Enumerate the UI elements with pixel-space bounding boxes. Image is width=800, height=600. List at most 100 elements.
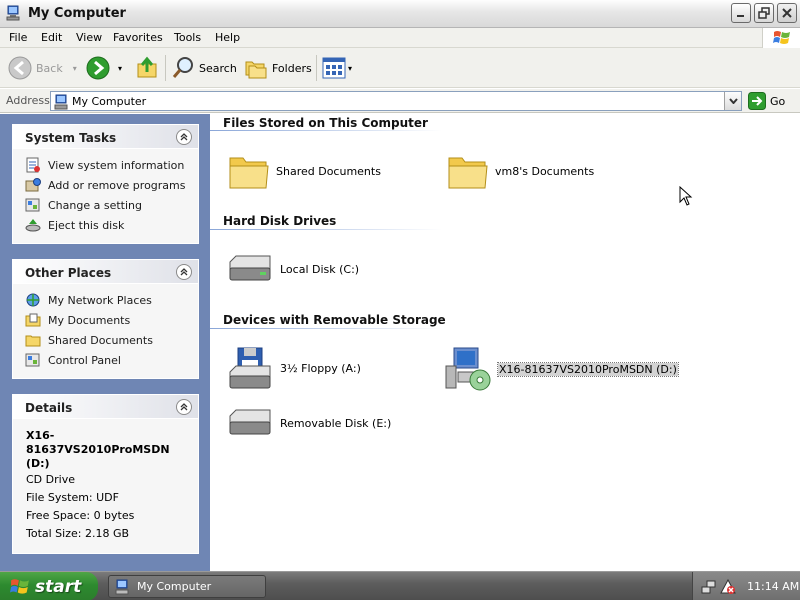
item-label: 3½ Floppy (A:) bbox=[280, 361, 361, 375]
system-info-icon bbox=[26, 157, 40, 173]
task-view-system-information[interactable]: View system information bbox=[13, 155, 198, 175]
window-title: My Computer bbox=[28, 6, 126, 21]
folder-icon bbox=[448, 157, 488, 189]
details-item-type: CD Drive bbox=[26, 473, 75, 486]
task-add-remove-programs[interactable]: Add or remove programs bbox=[13, 175, 198, 195]
details-file-system: File System: UDF bbox=[26, 491, 119, 504]
address-dropdown-button[interactable] bbox=[724, 92, 741, 110]
windows-logo bbox=[762, 28, 800, 48]
network-tray-icon[interactable] bbox=[701, 579, 717, 595]
menu-file[interactable]: File bbox=[9, 31, 27, 44]
item-floppy-a[interactable]: 3½ Floppy (A:) bbox=[226, 346, 361, 390]
menu-bar: File Edit View Favorites Tools Help bbox=[0, 28, 800, 48]
details-header[interactable]: Details bbox=[13, 395, 198, 419]
menu-view[interactable]: View bbox=[76, 31, 102, 44]
double-chevron-up-icon bbox=[180, 268, 188, 276]
item-label: X16-81637VS2010ProMSDN (D:) bbox=[497, 361, 679, 377]
place-my-documents[interactable]: My Documents bbox=[13, 310, 198, 330]
folders-button[interactable]: Folders bbox=[244, 54, 312, 82]
address-input[interactable]: My Computer bbox=[50, 91, 742, 111]
go-label: Go bbox=[770, 94, 786, 108]
views-button[interactable]: ▾ bbox=[322, 54, 352, 82]
group-divider bbox=[210, 130, 442, 131]
restore-button[interactable] bbox=[754, 3, 774, 23]
task-label: Eject this disk bbox=[48, 218, 125, 232]
details-item-name: X16-81637VS2010ProMSDN (D:) bbox=[26, 429, 170, 470]
folders-icon bbox=[245, 61, 267, 79]
place-shared-documents[interactable]: Shared Documents bbox=[13, 330, 198, 350]
item-user-documents[interactable]: vm8's Documents bbox=[447, 152, 594, 190]
other-places-panel: Other Places My Network Places My Docume… bbox=[12, 259, 199, 379]
control-panel-icon bbox=[25, 353, 40, 367]
place-my-network-places[interactable]: My Network Places bbox=[13, 290, 198, 310]
item-shared-documents[interactable]: Shared Documents bbox=[228, 152, 381, 190]
chevron-down-icon[interactable]: ▾ bbox=[348, 64, 352, 73]
control-panel-icon bbox=[25, 198, 40, 212]
place-control-panel[interactable]: Control Panel bbox=[13, 350, 198, 370]
system-tasks-header[interactable]: System Tasks bbox=[13, 125, 198, 149]
minimize-button[interactable] bbox=[731, 3, 751, 23]
my-computer-icon bbox=[54, 94, 68, 110]
toolbar-separator bbox=[316, 55, 317, 81]
clock: 11:14 AM bbox=[747, 580, 800, 593]
taskbar-item-label: My Computer bbox=[137, 580, 212, 593]
forward-arrow-icon bbox=[86, 56, 110, 80]
go-button[interactable]: Go bbox=[748, 92, 785, 110]
chevron-down-icon bbox=[728, 98, 738, 104]
my-computer-icon bbox=[6, 5, 20, 21]
collapse-button[interactable] bbox=[176, 129, 192, 145]
place-label: My Documents bbox=[48, 313, 131, 327]
menu-tools[interactable]: Tools bbox=[174, 31, 201, 44]
double-chevron-up-icon bbox=[180, 403, 188, 411]
address-value: My Computer bbox=[72, 95, 147, 108]
chevron-down-icon[interactable]: ▾ bbox=[118, 64, 122, 73]
details-total-size: Total Size: 2.18 GB bbox=[26, 527, 130, 540]
other-places-header[interactable]: Other Places bbox=[13, 260, 198, 284]
up-folder-icon bbox=[137, 56, 157, 78]
close-button[interactable] bbox=[777, 3, 797, 23]
collapse-button[interactable] bbox=[176, 264, 192, 280]
item-cd-drive-d[interactable]: X16-81637VS2010ProMSDN (D:) bbox=[444, 346, 679, 392]
network-places-icon bbox=[26, 293, 40, 307]
my-documents-icon bbox=[25, 313, 41, 327]
system-tray: 11:14 AM bbox=[692, 572, 800, 600]
item-removable-disk-e[interactable]: Removable Disk (E:) bbox=[226, 408, 391, 438]
security-alert-icon[interactable] bbox=[720, 578, 736, 595]
chevron-down-icon[interactable]: ▾ bbox=[73, 64, 77, 73]
menu-help[interactable]: Help bbox=[215, 31, 240, 44]
item-local-disk-c[interactable]: Local Disk (C:) bbox=[226, 254, 359, 284]
taskbar: start My Computer 11:14 AM bbox=[0, 571, 800, 600]
taskbar-item-my-computer[interactable]: My Computer bbox=[108, 575, 266, 598]
other-places-title: Other Places bbox=[25, 266, 112, 280]
group-divider bbox=[210, 328, 442, 329]
content-pane: Files Stored on This Computer Shared Doc… bbox=[210, 114, 800, 571]
forward-button[interactable]: ▾ bbox=[86, 54, 122, 82]
task-change-setting[interactable]: Change a setting bbox=[13, 195, 198, 215]
toolbar-separator bbox=[165, 55, 166, 81]
start-label: start bbox=[35, 576, 82, 597]
search-button[interactable]: Search bbox=[171, 54, 237, 82]
menu-favorites[interactable]: Favorites bbox=[113, 31, 163, 44]
place-label: Shared Documents bbox=[48, 333, 153, 347]
system-tasks-title: System Tasks bbox=[25, 131, 117, 145]
place-label: Control Panel bbox=[48, 353, 121, 367]
back-button[interactable]: Back ▾ bbox=[8, 54, 77, 82]
task-eject-disk[interactable]: Eject this disk bbox=[13, 215, 198, 235]
go-arrow-icon bbox=[748, 92, 766, 110]
start-button[interactable]: start bbox=[0, 572, 98, 600]
eject-disk-icon bbox=[25, 219, 41, 232]
menu-edit[interactable]: Edit bbox=[41, 31, 62, 44]
mouse-cursor-icon bbox=[679, 186, 693, 206]
task-label: Add or remove programs bbox=[48, 178, 186, 192]
cd-drive-icon bbox=[445, 347, 491, 391]
item-label: vm8's Documents bbox=[495, 164, 595, 178]
up-folder-button[interactable] bbox=[136, 54, 160, 82]
collapse-button[interactable] bbox=[176, 399, 192, 415]
double-chevron-up-icon bbox=[180, 133, 188, 141]
hard-disk-icon bbox=[229, 255, 271, 281]
task-pane: System Tasks View system information Add… bbox=[0, 114, 210, 571]
task-label: View system information bbox=[48, 158, 185, 172]
my-computer-icon bbox=[115, 579, 129, 594]
item-label: Shared Documents bbox=[276, 164, 381, 178]
group-title-hdd: Hard Disk Drives bbox=[223, 214, 337, 228]
